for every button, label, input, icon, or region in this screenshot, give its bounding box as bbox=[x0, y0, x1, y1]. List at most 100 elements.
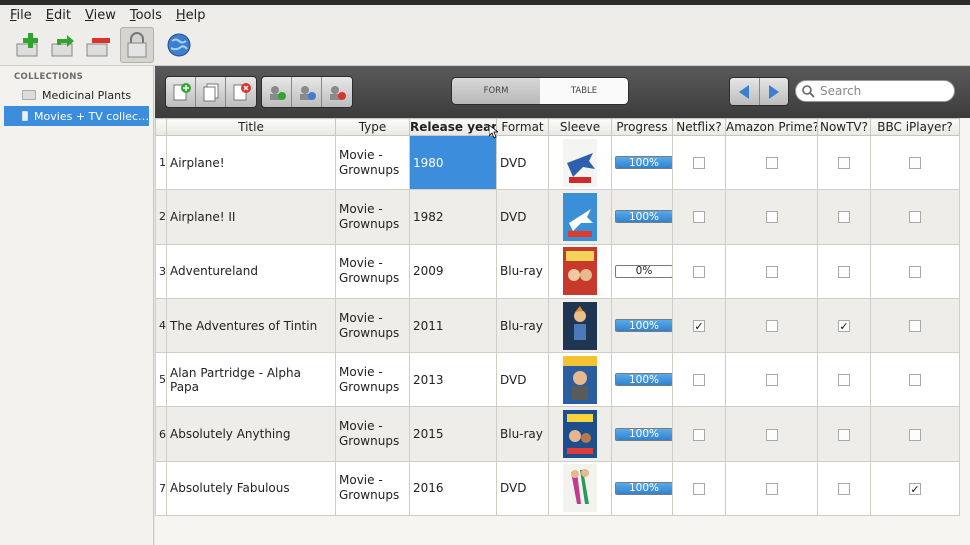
cell-amazon-prime[interactable] bbox=[725, 460, 818, 517]
cell-bbc-iplayer[interactable] bbox=[870, 243, 960, 299]
cell-amazon-prime[interactable] bbox=[725, 297, 818, 354]
cell-type[interactable]: Movie - Grownups bbox=[335, 297, 410, 354]
add-collection-button[interactable] bbox=[12, 29, 44, 61]
cell-sleeve[interactable] bbox=[548, 352, 612, 408]
table-row[interactable]: 7 Absolutely Fabulous Movie - Grownups 2… bbox=[155, 460, 960, 517]
cell-nowtv[interactable] bbox=[817, 352, 871, 408]
cell-nowtv[interactable] bbox=[817, 189, 871, 245]
column-header-bbc-iplayer[interactable]: BBC iPlayer? bbox=[870, 118, 960, 136]
cell-type[interactable]: Movie - Grownups bbox=[335, 460, 410, 517]
menu-file[interactable]: File bbox=[10, 8, 32, 23]
cell-release-year[interactable]: 2016 bbox=[409, 460, 497, 517]
cell-title[interactable]: Absolutely Anything bbox=[166, 406, 336, 462]
cell-sleeve[interactable] bbox=[548, 297, 612, 354]
bbc-iplayer-checkbox[interactable] bbox=[909, 211, 921, 224]
cell-format[interactable]: Blu-ray bbox=[496, 297, 549, 354]
cell-nowtv[interactable] bbox=[817, 243, 871, 299]
amazon-prime-checkbox[interactable] bbox=[765, 265, 778, 278]
cell-nowtv[interactable]: ✓ bbox=[817, 297, 871, 354]
cell-release-year[interactable]: 2009 bbox=[409, 243, 497, 299]
column-header-sleeve[interactable]: Sleeve bbox=[548, 118, 612, 136]
table-row[interactable]: 5 Alan Partridge - Alpha Papa Movie - Gr… bbox=[155, 352, 960, 408]
cell-title[interactable]: Airplane! bbox=[166, 134, 336, 191]
cell-type[interactable]: Movie - Grownups bbox=[335, 406, 410, 462]
delete-collection-button[interactable] bbox=[82, 29, 114, 61]
menu-tools[interactable]: Tools bbox=[130, 8, 162, 23]
cell-netflix[interactable] bbox=[672, 460, 726, 517]
column-header-title[interactable]: Title bbox=[166, 118, 336, 136]
nowtv-checkbox[interactable] bbox=[838, 211, 850, 224]
cell-amazon-prime[interactable] bbox=[725, 134, 818, 191]
cell-amazon-prime[interactable] bbox=[725, 352, 818, 408]
cell-netflix[interactable] bbox=[672, 134, 726, 191]
cell-release-year[interactable]: 2013 bbox=[409, 352, 497, 408]
cell-title[interactable]: Adventureland bbox=[166, 243, 336, 299]
cell-bbc-iplayer[interactable] bbox=[870, 352, 960, 408]
netflix-checkbox[interactable] bbox=[693, 211, 705, 224]
amazon-prime-checkbox[interactable] bbox=[765, 157, 778, 170]
cell-bbc-iplayer[interactable]: ✓ bbox=[870, 460, 960, 517]
cell-sleeve[interactable] bbox=[548, 460, 612, 517]
column-header-release-year[interactable]: Release year bbox=[409, 118, 497, 136]
column-header-nowtv[interactable]: NowTV? bbox=[817, 118, 871, 136]
netflix-checkbox[interactable] bbox=[693, 374, 705, 387]
cell-release-year[interactable]: 1982 bbox=[409, 189, 497, 245]
cell-progress[interactable]: 100% bbox=[611, 460, 673, 517]
cell-type[interactable]: Movie - Grownups bbox=[335, 243, 410, 299]
menu-view[interactable]: View bbox=[85, 8, 116, 23]
lock-button[interactable] bbox=[120, 27, 154, 63]
table-row[interactable]: 6 Absolutely Anything Movie - Grownups 2… bbox=[155, 406, 960, 462]
menu-help[interactable]: Help bbox=[176, 8, 206, 23]
cell-title[interactable]: The Adventures of Tintin bbox=[166, 297, 336, 354]
nowtv-checkbox[interactable] bbox=[838, 374, 850, 387]
table-row[interactable]: 1 Airplane! Movie - Grownups 1980 DVD 10… bbox=[155, 134, 960, 191]
sidebar-item-movies-tv[interactable]: Movies + TV collec… bbox=[4, 106, 149, 126]
cell-bbc-iplayer[interactable] bbox=[870, 297, 960, 354]
cell-bbc-iplayer[interactable] bbox=[870, 134, 960, 191]
cell-progress[interactable]: 100% bbox=[611, 406, 673, 462]
next-record-button[interactable] bbox=[759, 78, 788, 105]
column-header-type[interactable]: Type bbox=[335, 118, 410, 136]
bbc-iplayer-checkbox[interactable] bbox=[909, 374, 921, 387]
delete-record-button[interactable] bbox=[226, 77, 256, 107]
column-header-netflix[interactable]: Netflix? bbox=[672, 118, 726, 136]
bbc-iplayer-checkbox[interactable] bbox=[909, 428, 921, 441]
cell-amazon-prime[interactable] bbox=[725, 189, 818, 245]
nowtv-checkbox[interactable] bbox=[838, 265, 850, 278]
add-field-button[interactable] bbox=[262, 77, 292, 107]
duplicate-record-button[interactable] bbox=[196, 77, 226, 107]
menu-edit[interactable]: Edit bbox=[46, 8, 71, 23]
web-button[interactable] bbox=[163, 29, 195, 61]
nowtv-checkbox[interactable]: ✓ bbox=[838, 320, 850, 333]
edit-field-button[interactable] bbox=[292, 77, 322, 107]
column-header-progress[interactable]: Progress bbox=[611, 118, 673, 136]
bbc-iplayer-checkbox[interactable] bbox=[909, 157, 921, 170]
cell-release-year[interactable]: 2015 bbox=[409, 406, 497, 462]
cell-progress[interactable]: 100% bbox=[611, 352, 673, 408]
cell-nowtv[interactable] bbox=[817, 460, 871, 517]
cell-progress[interactable]: 0% bbox=[611, 243, 673, 299]
amazon-prime-checkbox[interactable] bbox=[765, 211, 778, 224]
cell-title[interactable]: Alan Partridge - Alpha Papa bbox=[166, 352, 336, 408]
cell-nowtv[interactable] bbox=[817, 406, 871, 462]
amazon-prime-checkbox[interactable] bbox=[765, 482, 778, 495]
cell-format[interactable]: Blu-ray bbox=[496, 243, 549, 299]
nowtv-checkbox[interactable] bbox=[838, 428, 850, 441]
nowtv-checkbox[interactable] bbox=[838, 482, 850, 495]
cell-format[interactable]: DVD bbox=[496, 134, 549, 191]
tab-table[interactable]: TABLE bbox=[540, 78, 628, 104]
bbc-iplayer-checkbox[interactable]: ✓ bbox=[909, 482, 921, 495]
netflix-checkbox[interactable] bbox=[693, 265, 705, 278]
cell-title[interactable]: Absolutely Fabulous bbox=[166, 460, 336, 517]
cell-format[interactable]: DVD bbox=[496, 460, 549, 517]
cell-title[interactable]: Airplane! II bbox=[166, 189, 336, 245]
bbc-iplayer-checkbox[interactable] bbox=[909, 320, 921, 333]
cell-type[interactable]: Movie - Grownups bbox=[335, 189, 410, 245]
sidebar-item-medicinal-plants[interactable]: Medicinal Plants bbox=[4, 85, 149, 105]
cell-bbc-iplayer[interactable] bbox=[870, 406, 960, 462]
netflix-checkbox[interactable]: ✓ bbox=[693, 320, 705, 333]
cell-type[interactable]: Movie - Grownups bbox=[335, 352, 410, 408]
cell-netflix[interactable] bbox=[672, 189, 726, 245]
tab-form[interactable]: FORM bbox=[452, 78, 540, 104]
bbc-iplayer-checkbox[interactable] bbox=[909, 265, 921, 278]
